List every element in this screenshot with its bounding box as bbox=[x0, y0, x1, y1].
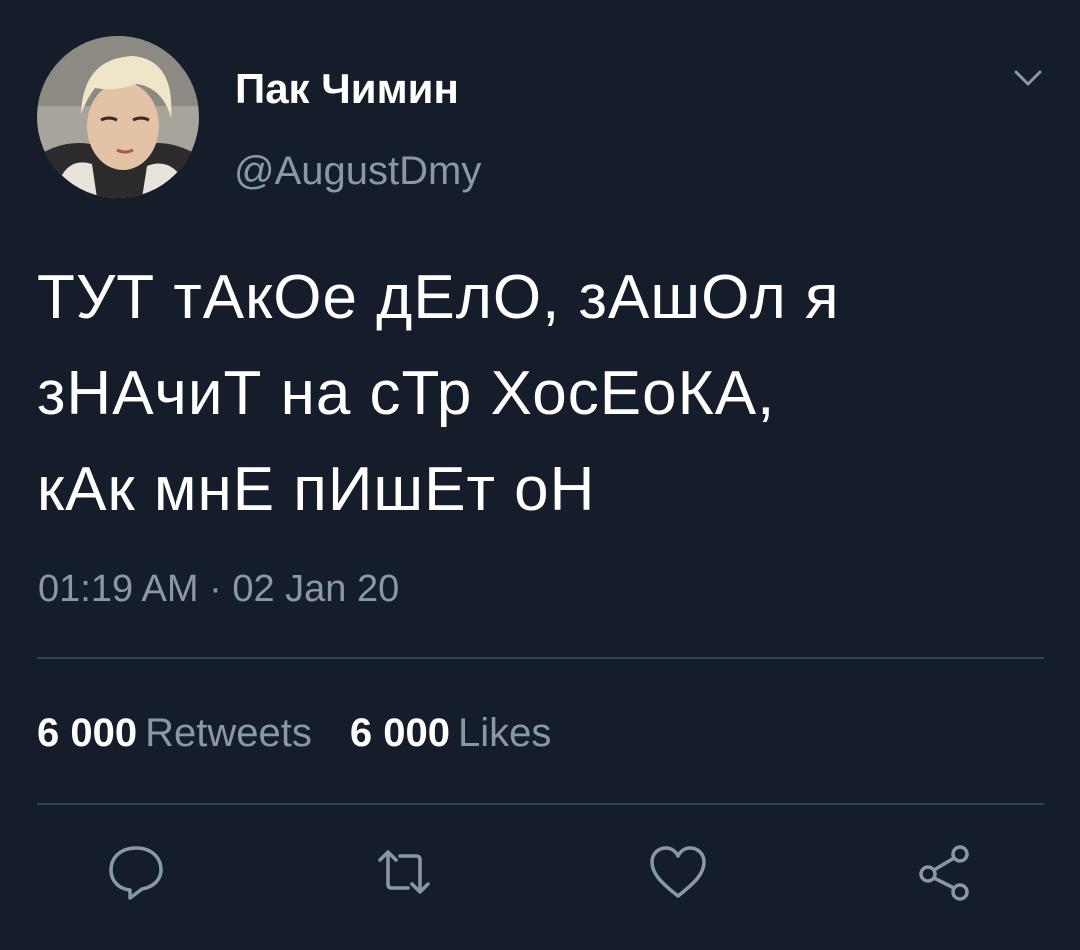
likes-label: Likes bbox=[457, 711, 552, 755]
avatar[interactable] bbox=[37, 36, 199, 198]
chevron-down-icon[interactable] bbox=[1008, 62, 1048, 98]
retweets-stat[interactable]: 6 000 Retweets bbox=[37, 711, 312, 755]
reply-icon[interactable] bbox=[104, 840, 168, 904]
likes-count: 6 000 bbox=[349, 711, 450, 755]
share-icon[interactable] bbox=[912, 840, 976, 904]
divider bbox=[37, 803, 1044, 805]
tweet-timestamp[interactable]: 01:19 AM · 02 Jan 20 bbox=[38, 566, 399, 612]
retweets-count: 6 000 bbox=[37, 711, 138, 755]
author-display-name[interactable]: Пак Чимин bbox=[235, 64, 459, 114]
retweet-icon[interactable] bbox=[372, 840, 436, 904]
heart-icon[interactable] bbox=[646, 840, 710, 904]
tweet-text: ТУТ тАкОе дЕлО, зАшОл я зНАчиТ на сТр Хо… bbox=[37, 263, 840, 524]
author-handle[interactable]: @AugustDmy bbox=[234, 148, 481, 194]
likes-stat[interactable]: 6 000 Likes bbox=[350, 711, 552, 755]
retweets-label: Retweets bbox=[145, 711, 312, 755]
profile-photo bbox=[37, 36, 199, 198]
divider bbox=[37, 657, 1044, 659]
tweet-stats: 6 000 Retweets 6 000 Likes bbox=[37, 708, 551, 758]
